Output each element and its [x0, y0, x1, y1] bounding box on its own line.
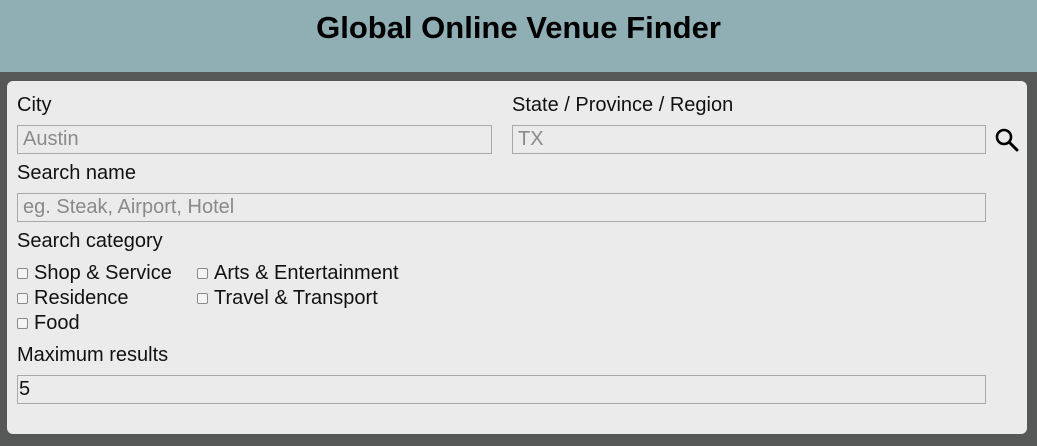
category-checkbox[interactable]	[197, 292, 208, 304]
app-header: Global Online Venue Finder	[0, 0, 1037, 72]
category-option-food[interactable]: Food	[17, 311, 80, 335]
search-form-panel: City State / Province / Region Search na…	[7, 81, 1027, 434]
category-checkbox[interactable]	[17, 292, 28, 304]
category-option-label: Shop & Service	[34, 262, 172, 284]
category-option-label: Food	[34, 312, 80, 334]
category-option-label: Residence	[34, 287, 129, 309]
category-checkbox[interactable]	[17, 317, 28, 329]
search-icon[interactable]	[994, 127, 1020, 153]
category-option-residence[interactable]: Residence	[17, 286, 129, 310]
region-label: State / Province / Region	[512, 94, 734, 116]
max-results-label: Maximum results	[17, 344, 169, 366]
category-option-travel-transport[interactable]: Travel & Transport	[197, 286, 378, 310]
search-name-label: Search name	[17, 162, 136, 184]
category-option-label: Travel & Transport	[214, 287, 378, 309]
city-label: City	[17, 94, 52, 116]
city-input[interactable]	[17, 125, 492, 154]
search-category-label: Search category	[17, 230, 163, 252]
page-title: Global Online Venue Finder	[316, 10, 721, 45]
category-checkbox[interactable]	[197, 267, 208, 279]
search-name-input[interactable]	[17, 193, 986, 222]
max-results-input[interactable]	[17, 375, 986, 404]
region-input[interactable]	[512, 125, 986, 154]
category-checkbox[interactable]	[17, 267, 28, 279]
category-option-label: Arts & Entertainment	[214, 262, 399, 284]
category-option-arts-entertainment[interactable]: Arts & Entertainment	[197, 261, 399, 285]
category-option-shop-service[interactable]: Shop & Service	[17, 261, 172, 285]
